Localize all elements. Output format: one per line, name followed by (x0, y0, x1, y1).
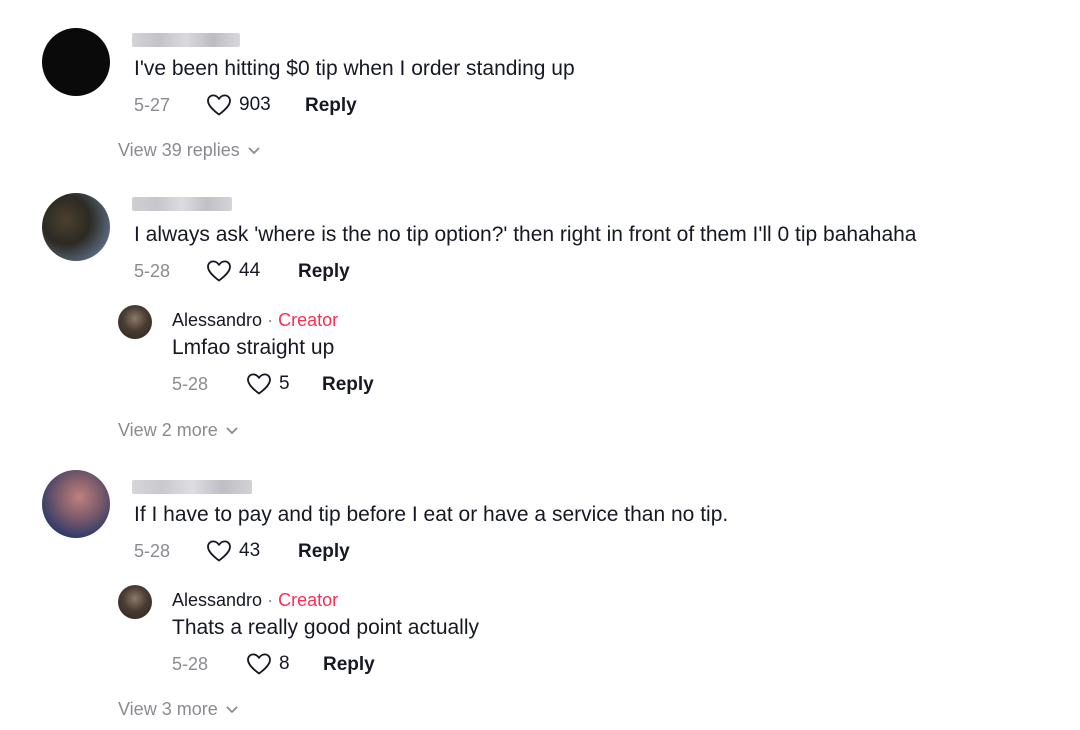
view-more-button[interactable]: View 2 more (118, 420, 238, 441)
username-blurred[interactable] (132, 33, 240, 47)
like-count: 8 (279, 653, 290, 674)
like-button[interactable]: 5 (246, 372, 290, 396)
comment-text: I always ask 'where is the no tip option… (134, 223, 917, 246)
reply-text: Thats a really good point actually (172, 616, 480, 639)
heart-outline-icon (246, 372, 272, 396)
comment-date: 5-28 (134, 541, 171, 561)
reply-date: 5-28 (172, 654, 209, 674)
avatar[interactable] (42, 28, 110, 96)
creator-avatar[interactable] (118, 305, 152, 339)
reply-button[interactable]: Reply (298, 541, 350, 563)
reply-author-line: Alessandro · Creator (172, 590, 338, 611)
creator-badge: Creator (278, 590, 339, 610)
view-more-button[interactable]: View 3 more (118, 699, 238, 720)
creator-badge: Creator (278, 310, 339, 330)
chevron-down-icon (226, 427, 238, 435)
reply-date: 5-28 (172, 374, 209, 394)
like-button[interactable]: 8 (246, 652, 290, 676)
reply-button[interactable]: Reply (298, 261, 350, 283)
creator-avatar[interactable] (118, 585, 152, 619)
reply-author[interactable]: Alessandro (172, 590, 262, 610)
username-blurred[interactable] (132, 197, 232, 211)
view-replies-label: View 39 replies (118, 140, 240, 160)
heart-outline-icon (246, 652, 272, 676)
like-count: 5 (279, 373, 290, 394)
like-count: 44 (239, 260, 261, 281)
heart-outline-icon (206, 539, 232, 563)
reply-button[interactable]: Reply (322, 374, 374, 396)
reply-author-line: Alessandro · Creator (172, 310, 338, 331)
comment-item: I always ask 'where is the no tip option… (0, 175, 1080, 445)
reply-button[interactable]: Reply (323, 654, 375, 676)
like-count: 903 (239, 94, 271, 115)
comment-date: 5-27 (134, 95, 171, 115)
comment-text: If I have to pay and tip before I eat or… (134, 503, 729, 526)
comment-item: I've been hitting $0 tip when I order st… (0, 0, 1080, 170)
comment-date: 5-28 (134, 261, 171, 281)
chevron-down-icon (248, 147, 260, 155)
comment-text: I've been hitting $0 tip when I order st… (134, 57, 575, 80)
reply-item: Alessandro · Creator Thats a really good… (118, 585, 818, 685)
heart-outline-icon (206, 259, 232, 283)
like-button[interactable]: 903 (206, 93, 271, 117)
chevron-down-icon (226, 706, 238, 714)
heart-outline-icon (206, 93, 232, 117)
reply-text: Lmfao straight up (172, 336, 335, 359)
reply-item: Alessandro · Creator Lmfao straight up 5… (118, 305, 818, 405)
reply-author[interactable]: Alessandro (172, 310, 262, 330)
comment-item: If I have to pay and tip before I eat or… (0, 455, 1080, 730)
like-count: 43 (239, 540, 261, 561)
view-replies-button[interactable]: View 39 replies (118, 140, 260, 161)
avatar[interactable] (42, 470, 110, 538)
username-blurred[interactable] (132, 480, 252, 494)
avatar[interactable] (42, 193, 110, 261)
view-more-label: View 2 more (118, 420, 218, 440)
separator: · (267, 590, 274, 610)
like-button[interactable]: 43 (206, 539, 260, 563)
like-button[interactable]: 44 (206, 259, 260, 283)
reply-button[interactable]: Reply (305, 95, 357, 117)
separator: · (267, 310, 274, 330)
view-more-label: View 3 more (118, 699, 218, 719)
